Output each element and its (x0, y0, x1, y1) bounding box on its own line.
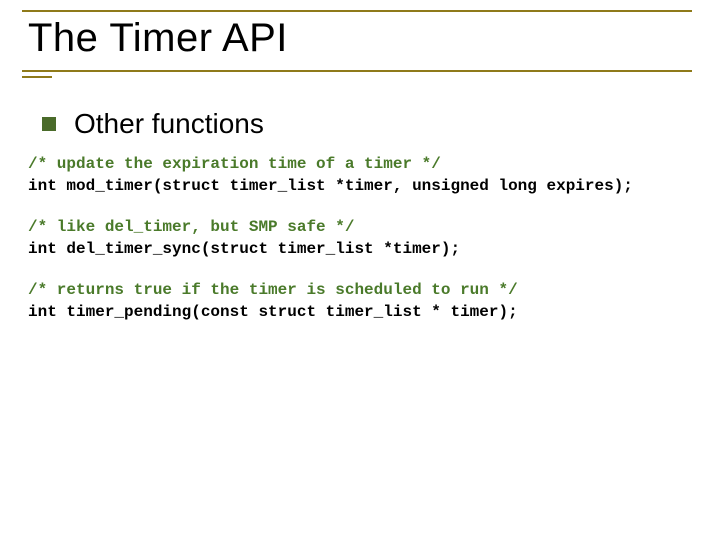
bullet-icon (42, 117, 56, 131)
code-decl: int timer_pending(const struct timer_lis… (28, 303, 518, 321)
bullet-row: Other functions (28, 108, 700, 140)
code-comment: /* like del_timer, but SMP safe */ (28, 218, 354, 236)
bullet-text: Other functions (74, 108, 264, 140)
divider-under-title (22, 70, 692, 72)
divider-stub (22, 76, 52, 78)
slide: The Timer API Other functions /* update … (0, 0, 720, 540)
code-comment: /* update the expiration time of a timer… (28, 155, 441, 173)
code-comment: /* returns true if the timer is schedule… (28, 281, 518, 299)
divider-top (22, 10, 692, 12)
code-decl: int del_timer_sync(struct timer_list *ti… (28, 240, 460, 258)
code-block-1: /* update the expiration time of a timer… (28, 154, 700, 197)
content-area: Other functions /* update the expiration… (28, 108, 700, 344)
code-decl: int mod_timer(struct timer_list *timer, … (28, 177, 633, 195)
page-title: The Timer API (28, 16, 288, 61)
code-block-2: /* like del_timer, but SMP safe */ int d… (28, 217, 700, 260)
code-block-3: /* returns true if the timer is schedule… (28, 280, 700, 323)
